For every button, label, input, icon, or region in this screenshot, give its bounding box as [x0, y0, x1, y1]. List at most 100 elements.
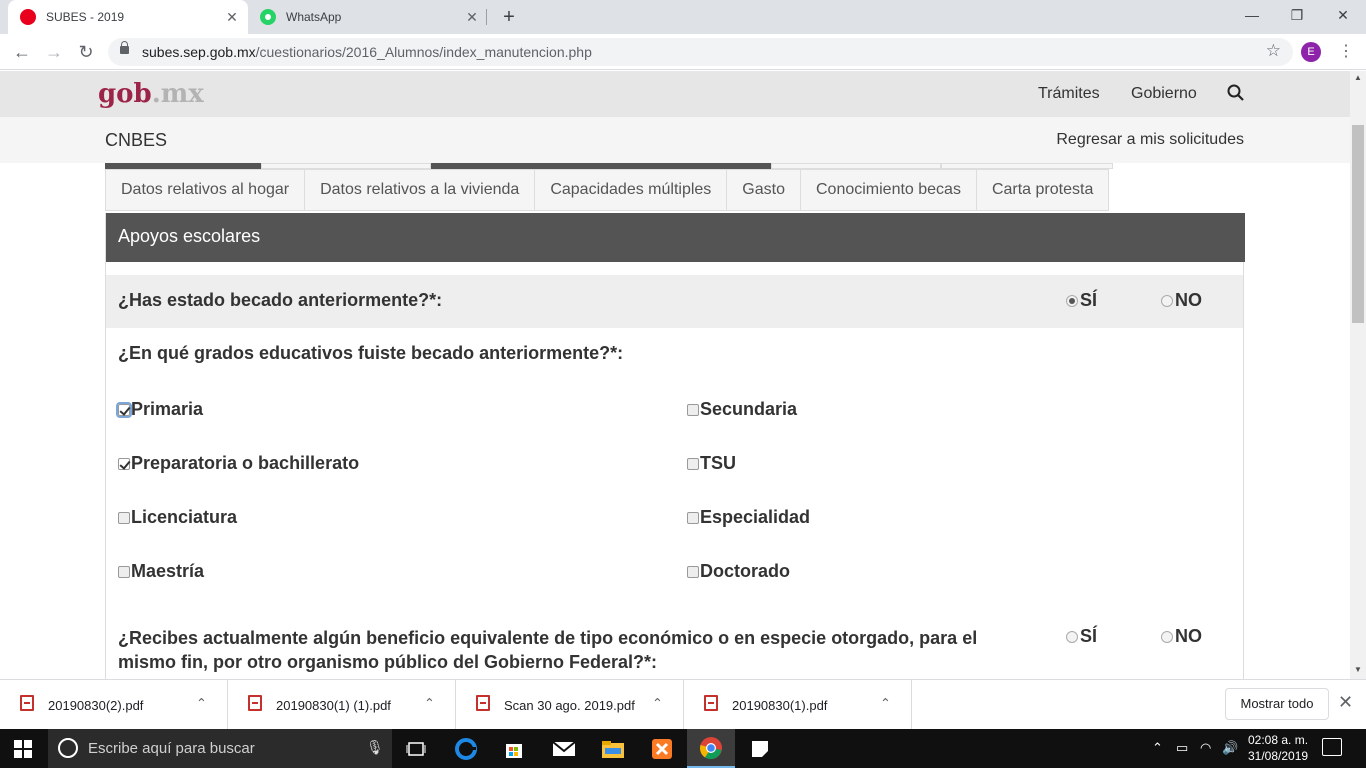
option-licenciatura[interactable]: Licenciatura — [118, 507, 237, 528]
back-to-requests-link[interactable]: Regresar a mis solicitudes — [1056, 131, 1244, 149]
browser-tab-subes[interactable]: SUBES - 2019 ✕ — [8, 0, 248, 34]
becado-no-option[interactable]: NO — [1161, 290, 1202, 311]
cortana-icon — [58, 738, 78, 758]
option-doctorado[interactable]: Doctorado — [687, 561, 790, 582]
gobmx-logo[interactable]: gob.mx — [98, 79, 204, 109]
whatsapp-favicon-icon — [260, 9, 276, 25]
question-beneficio: ¿Recibes actualmente algún beneficio equ… — [106, 613, 1243, 673]
checkbox[interactable] — [116, 401, 132, 418]
beneficio-yes-option[interactable]: SÍ — [1066, 626, 1097, 647]
becado-yes-option[interactable]: SÍ — [1066, 290, 1097, 311]
chevron-up-icon[interactable]: ⌄ — [196, 694, 207, 710]
tab-datos-vivienda[interactable]: Datos relativos a la vivienda — [305, 169, 536, 211]
option-secundaria[interactable]: Secundaria — [687, 399, 797, 420]
radio-button[interactable] — [1066, 294, 1078, 307]
download-filename: Scan 30 ago. 2019.pdf — [504, 698, 635, 713]
radio-button[interactable] — [1066, 630, 1078, 643]
browser-menu-icon[interactable]: ⋮ — [1338, 38, 1354, 66]
scroll-up-icon[interactable]: ▲ — [1350, 73, 1366, 85]
chrome-icon[interactable] — [687, 729, 735, 768]
downloads-shelf: 20190830(2).pdf ⌄ 20190830(1) (1).pdf ⌄ … — [0, 679, 1366, 730]
checkbox[interactable] — [687, 457, 699, 470]
battery-icon[interactable]: ▭ — [1176, 740, 1188, 756]
microphone-icon[interactable]: 🎙 — [366, 739, 384, 756]
option-maestria[interactable]: Maestría — [118, 561, 204, 582]
system-clock[interactable]: 02:08 a. m. 31/08/2019 — [1248, 732, 1308, 764]
tab-carta-protesta[interactable]: Carta protesta — [976, 169, 1110, 211]
edge-icon[interactable] — [442, 729, 490, 768]
chevron-up-icon[interactable]: ⌄ — [880, 694, 891, 710]
task-view-icon[interactable] — [392, 729, 440, 768]
bookmark-star-icon[interactable]: ☆ — [1266, 41, 1281, 61]
minimize-button[interactable]: — — [1229, 0, 1275, 30]
checkbox[interactable] — [118, 457, 130, 470]
reload-button[interactable]: ↻ — [74, 40, 98, 64]
pdf-file-icon — [20, 695, 34, 711]
beneficio-no-option[interactable]: NO — [1161, 626, 1202, 647]
download-item[interactable]: Scan 30 ago. 2019.pdf ⌄ — [456, 680, 684, 730]
browser-tabstrip: SUBES - 2019 ✕ WhatsApp ✕ + — ❐ ✕ — [0, 0, 1366, 34]
tab-conocimiento-becas[interactable]: Conocimiento becas — [800, 169, 977, 211]
browser-tab-whatsapp[interactable]: WhatsApp ✕ — [248, 0, 488, 34]
forward-button[interactable]: → — [42, 40, 66, 64]
option-especialidad[interactable]: Especialidad — [687, 507, 810, 528]
checkbox[interactable] — [118, 565, 130, 578]
new-tab-button[interactable]: + — [498, 4, 520, 30]
store-icon[interactable] — [490, 729, 538, 768]
windows-start-icon[interactable] — [14, 740, 32, 758]
apoyos-panel: Apoyos escolares ¿Has estado becado ante… — [105, 213, 1245, 679]
pdf-file-icon — [476, 695, 490, 711]
address-bar[interactable]: subes.sep.gob.mx/cuestionarios/2016_Alum… — [108, 38, 1293, 66]
page-viewport: gob.mx Trámites Gobierno CNBES Regresar … — [0, 71, 1350, 679]
checkbox[interactable] — [687, 403, 699, 416]
radio-button[interactable] — [1161, 630, 1173, 643]
nav-link-gobierno[interactable]: Gobierno — [1131, 85, 1197, 103]
close-window-button[interactable]: ✕ — [1320, 0, 1366, 30]
option-preparatoria[interactable]: Preparatoria o bachillerato — [118, 453, 359, 474]
scroll-down-icon[interactable]: ▼ — [1350, 665, 1366, 677]
tab-capacidades[interactable]: Capacidades múltiples — [535, 169, 728, 211]
download-item[interactable]: 20190830(1) (1).pdf ⌄ — [228, 680, 456, 730]
subes-favicon-icon — [20, 9, 36, 25]
close-tab-icon[interactable]: ✕ — [222, 9, 242, 26]
pdf-file-icon — [248, 695, 262, 711]
notifications-icon[interactable] — [1322, 738, 1342, 756]
download-item[interactable]: 20190830(1).pdf ⌄ — [684, 680, 912, 730]
show-hidden-icons-icon[interactable]: ⌃ — [1152, 740, 1163, 756]
back-button[interactable]: ← — [10, 40, 34, 64]
volume-icon[interactable]: 🔊 — [1222, 740, 1238, 756]
xampp-icon[interactable] — [638, 729, 686, 768]
option-primaria[interactable]: Primaria — [116, 399, 203, 420]
search-icon[interactable] — [1226, 83, 1246, 103]
page-scrollbar[interactable]: ▲ ▼ — [1350, 71, 1366, 679]
sticky-notes-icon[interactable] — [736, 729, 784, 768]
panel-title: Apoyos escolares — [106, 213, 1245, 262]
download-item[interactable]: 20190830(2).pdf ⌄ — [0, 680, 228, 730]
option-tsu[interactable]: TSU — [687, 453, 736, 474]
tab-gasto[interactable]: Gasto — [727, 169, 801, 211]
checkbox[interactable] — [687, 565, 699, 578]
scroll-thumb[interactable] — [1352, 125, 1364, 323]
question-text: ¿En qué grados educativos fuiste becado … — [118, 343, 624, 363]
checkbox[interactable] — [118, 511, 130, 524]
maximize-button[interactable]: ❐ — [1274, 0, 1320, 30]
taskbar-search-box[interactable]: Escribe aquí para buscar 🎙 — [48, 729, 392, 768]
file-explorer-icon[interactable] — [589, 729, 637, 768]
chevron-up-icon[interactable]: ⌄ — [652, 694, 663, 710]
radio-button[interactable] — [1161, 294, 1173, 307]
question-becado: ¿Has estado becado anteriormente?*: SÍ N… — [106, 275, 1243, 328]
chevron-up-icon[interactable]: ⌄ — [424, 694, 435, 710]
pdf-file-icon — [704, 695, 718, 711]
tab-datos-hogar[interactable]: Datos relativos al hogar — [105, 169, 306, 211]
nav-link-tramites[interactable]: Trámites — [1038, 85, 1100, 103]
mail-icon[interactable] — [540, 729, 588, 768]
checkbox[interactable] — [687, 511, 699, 524]
question-text: ¿Recibes actualmente algún beneficio equ… — [118, 628, 978, 672]
wifi-icon[interactable]: ◠ — [1200, 740, 1211, 756]
tab-divider — [486, 9, 487, 25]
show-all-downloads-button[interactable]: Mostrar todo — [1225, 688, 1329, 720]
profile-avatar[interactable]: E — [1301, 42, 1321, 62]
close-tab-icon[interactable]: ✕ — [462, 9, 482, 26]
clock-date: 31/08/2019 — [1248, 749, 1309, 763]
close-shelf-icon[interactable]: ✕ — [1338, 692, 1353, 713]
